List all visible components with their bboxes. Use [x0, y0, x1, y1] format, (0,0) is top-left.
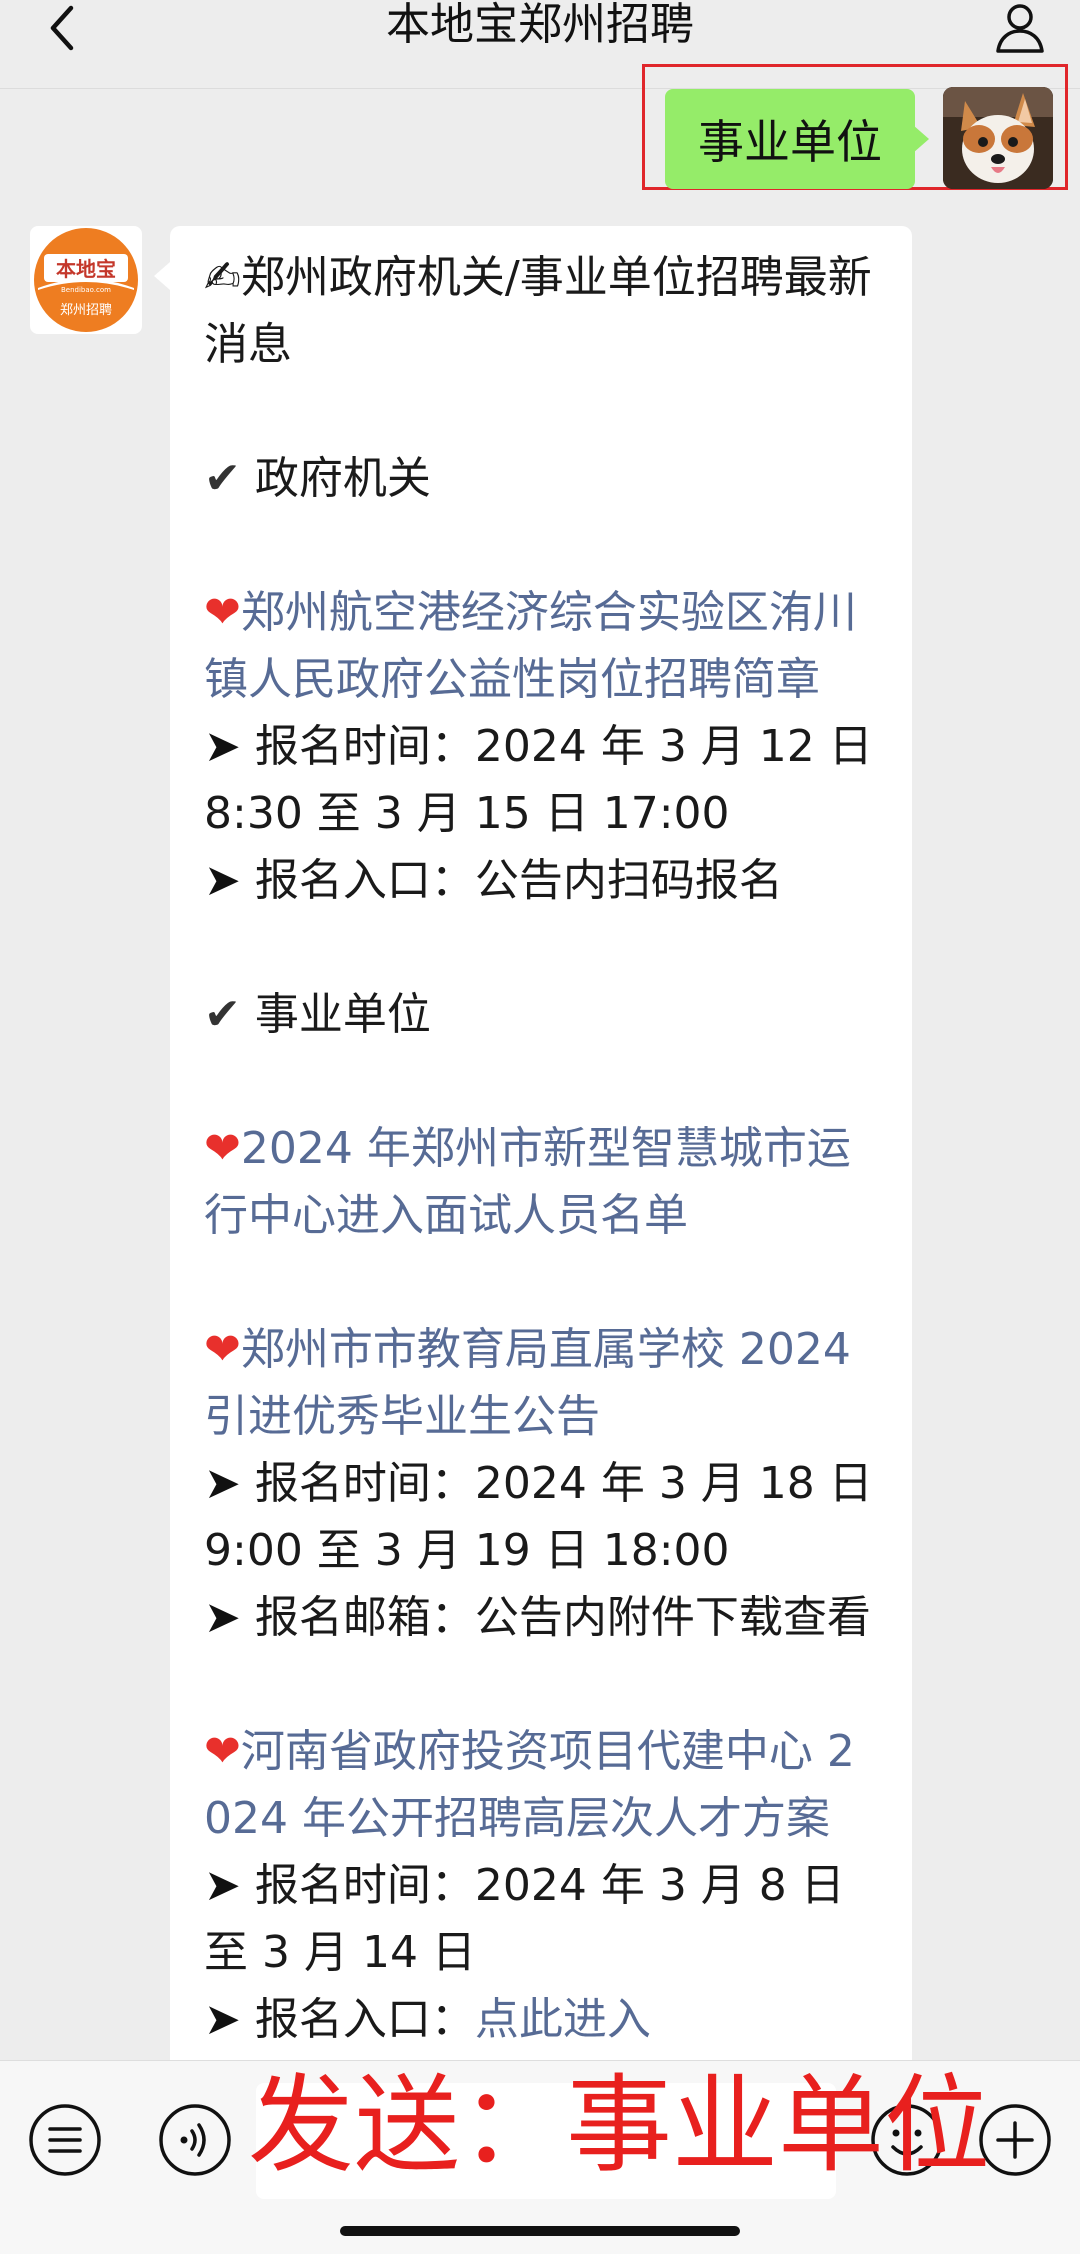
arrow-icon: ➤: [204, 1458, 241, 1509]
job-item-title[interactable]: ❤2024 年郑州市新型智慧城市运行中心进入面试人员名单: [204, 1115, 880, 1249]
register-mail-value: 公告内附件下载查看: [474, 1592, 871, 1643]
person-icon: [996, 4, 1044, 53]
intro-text: 郑州政府机关/事业单位招聘最新消息: [204, 252, 872, 370]
job-link[interactable]: 2024 年郑州市新型智慧城市运行中心进入面试人员名单: [204, 1123, 851, 1241]
heart-icon: ❤: [204, 1324, 241, 1375]
job-item-title[interactable]: ❤河南省政府投资项目代建中心 2024 年公开招聘高层次人才方案: [204, 1718, 880, 1852]
check-mark-icon: ✔: [204, 453, 241, 504]
chat-title: 本地宝郑州招聘: [386, 0, 694, 50]
keyboard-button[interactable]: [26, 2101, 104, 2179]
voice-icon: [159, 2104, 231, 2176]
register-entry-line: ➤ 报名入口：公告内扫码报名: [204, 847, 880, 914]
register-entry-link[interactable]: 点此进入: [475, 1994, 651, 2045]
profile-button[interactable]: [988, 0, 1052, 56]
register-time-label: 报名时间：: [254, 721, 475, 772]
job-link[interactable]: 郑州航空港经济综合实验区洧川镇人民政府公益性岗位招聘简章: [204, 587, 857, 705]
section-title-gov: 政府机关: [254, 453, 431, 504]
keyboard-icon: [29, 2104, 101, 2176]
arrow-icon: ➤: [204, 855, 241, 906]
logo-text-bottom: 郑州招聘: [60, 303, 112, 318]
register-time-line: ➤ 报名时间：2024 年 3 月 18 日 9:00 至 3 月 19 日 1…: [204, 1450, 880, 1584]
register-entry-line: ➤ 报名入口：点此进入: [204, 1986, 880, 2053]
outgoing-bubble[interactable]: 事业单位: [665, 89, 929, 189]
heart-icon: ❤: [204, 1726, 241, 1777]
logo-text-url: Bendibao.com: [61, 286, 111, 294]
job-link[interactable]: 河南省政府投资项目代建中心 2024 年公开招聘高层次人才方案: [204, 1726, 855, 1844]
bendibao-logo: 本地宝 Bendibao.com 郑州招聘: [34, 228, 138, 332]
register-entry-label: 报名入口：: [254, 1994, 475, 2045]
job-item-title[interactable]: ❤郑州市市教育局直属学校 2024 引进优秀毕业生公告: [204, 1316, 880, 1450]
arrow-icon: ➤: [204, 1592, 241, 1643]
job-link[interactable]: 郑州市市教育局直属学校 2024 引进优秀毕业生公告: [204, 1324, 851, 1442]
arrow-icon: ➤: [204, 1994, 241, 2045]
register-time-label: 报名时间：: [254, 1458, 475, 1509]
intro-line: ✍郑州政府机关/事业单位招聘最新消息: [204, 244, 880, 378]
section-heading-inst: ✔ 事业单位: [204, 981, 880, 1048]
arrow-icon: ➤: [204, 721, 241, 772]
home-indicator: [340, 2226, 740, 2236]
register-time-line: ➤ 报名时间：2024 年 3 月 12 日 8:30 至 3 月 15 日 1…: [204, 713, 880, 847]
register-entry-value: 公告内扫码报名: [474, 855, 783, 906]
register-mail-line: ➤ 报名邮箱：公告内附件下载查看: [204, 1584, 880, 1651]
outgoing-text: 事业单位: [698, 115, 882, 169]
send-instruction-overlay: 发送：事业单位: [248, 2064, 990, 2187]
incoming-bubble: ✍郑州政府机关/事业单位招聘最新消息 ✔ 政府机关 ❤郑州航空港经济综合实验区洧…: [154, 226, 912, 2126]
register-mail-label: 报名邮箱：: [254, 1592, 475, 1643]
voice-button[interactable]: [156, 2101, 234, 2179]
heart-icon: ❤: [204, 1123, 241, 1174]
register-time-line: ➤ 报名时间：2024 年 3 月 8 日至 3 月 14 日: [204, 1852, 880, 1986]
job-item-title[interactable]: ❤郑州航空港经济综合实验区洧川镇人民政府公益性岗位招聘简章: [204, 579, 880, 713]
writing-hand-emoji: ✍: [204, 252, 241, 303]
dog-avatar-image: [943, 87, 1053, 189]
arrow-icon: ➤: [204, 1860, 241, 1911]
official-account-avatar[interactable]: 本地宝 Bendibao.com 郑州招聘: [30, 226, 142, 334]
register-time-label: 报名时间：: [254, 1860, 475, 1911]
logo-text-top: 本地宝: [56, 257, 116, 281]
chat-screen: 本地宝郑州招聘 事业单位 本地宝 Bendibao.com 郑州招聘 ✍郑州政府…: [0, 0, 1080, 2254]
user-avatar[interactable]: [943, 87, 1053, 189]
register-entry-label: 报名入口：: [254, 855, 475, 906]
heart-icon: ❤: [204, 587, 241, 638]
outgoing-message-highlight: 事业单位: [642, 64, 1068, 190]
section-heading-gov: ✔ 政府机关: [204, 445, 880, 512]
check-mark-icon: ✔: [204, 989, 241, 1040]
section-title-inst: 事业单位: [254, 989, 431, 1040]
